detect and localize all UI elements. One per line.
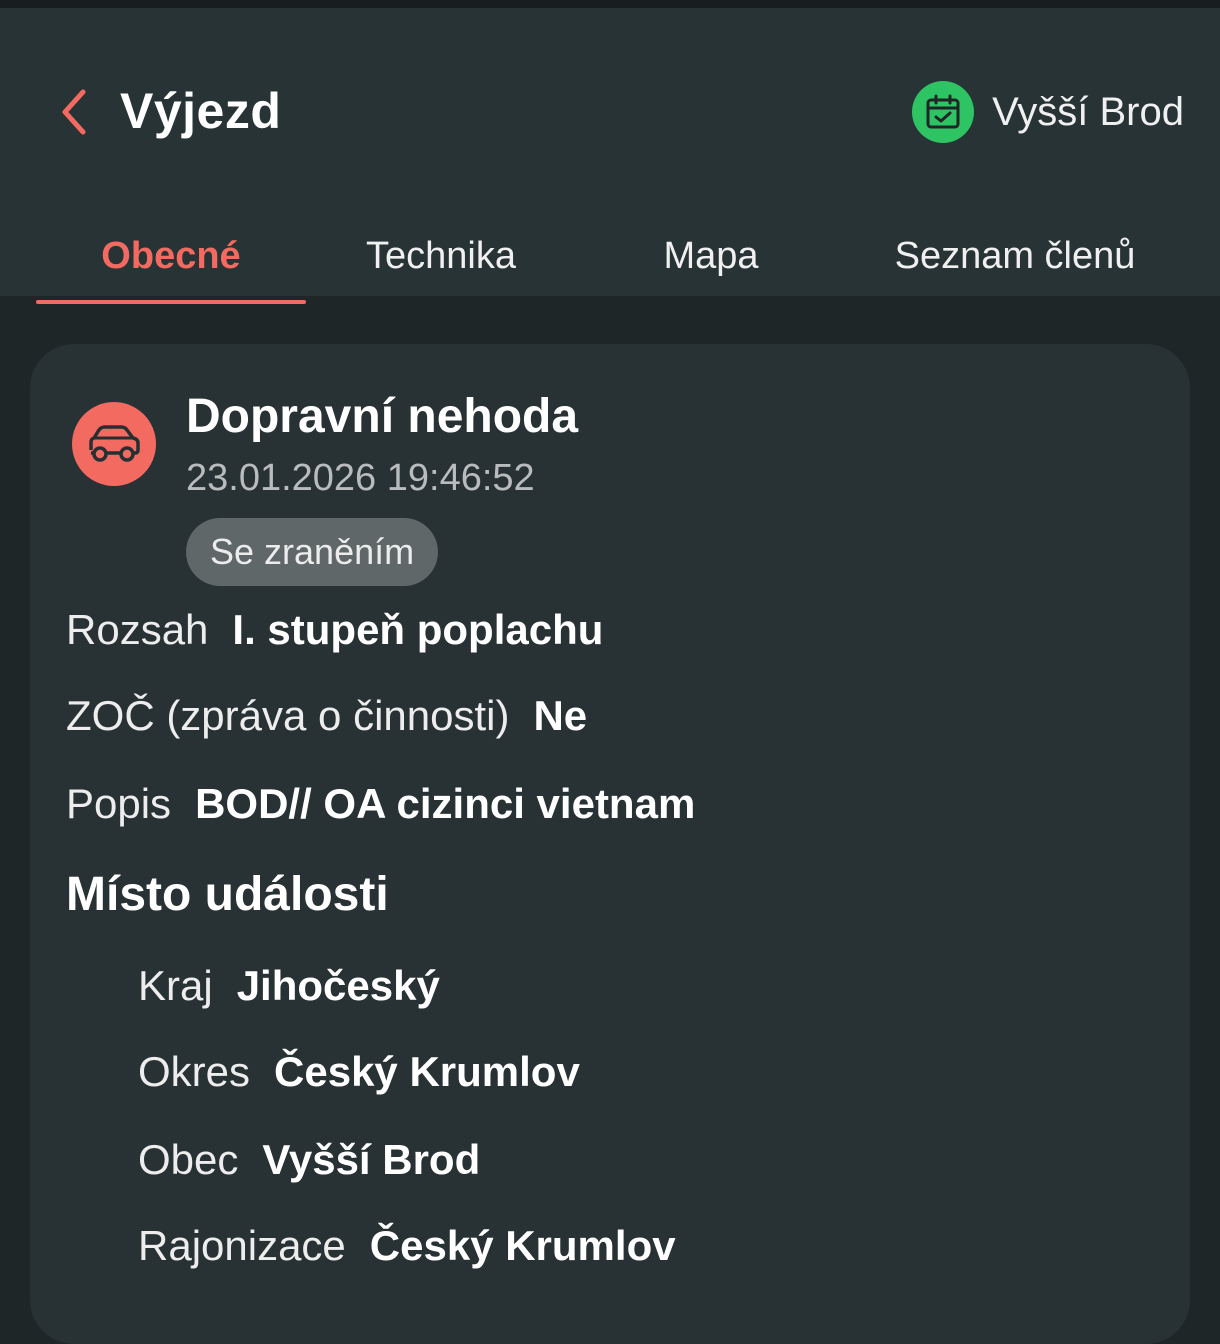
page-title: Výjezd [120, 83, 282, 139]
detail-value: I. stupeň poplachu [232, 606, 604, 653]
location-label: Obec [138, 1136, 239, 1183]
chevron-left-icon [62, 89, 86, 135]
location-label: Rajonizace [138, 1222, 346, 1269]
tab-mapa[interactable]: Mapa [576, 218, 846, 304]
location-value: Český Krumlov [369, 1222, 676, 1269]
station-selector[interactable]: Vyšší Brod [912, 80, 1184, 144]
severity-badge: Se zraněním [186, 518, 439, 586]
location-row-obec: Obec Vyšší Brod [138, 1132, 480, 1188]
location-row-kraj: Kraj Jihočeský [138, 958, 440, 1014]
detail-row-zoc: ZOČ (zpráva o činnosti) Ne [66, 688, 587, 744]
back-button[interactable] [50, 82, 98, 142]
tab-technika[interactable]: Technika [306, 218, 576, 304]
calendar-check-icon [912, 81, 975, 143]
detail-value: Ne [533, 692, 588, 739]
detail-value: BOD// OA cizinci vietnam [195, 780, 696, 827]
tab-obecne[interactable]: Obecné [36, 218, 306, 304]
location-value: Vyšší Brod [262, 1136, 481, 1183]
location-value: Jihočeský [236, 962, 440, 1009]
incident-datetime: 23.01.2026 19:46:52 [186, 457, 535, 499]
location-row-rajonizace: Rajonizace Český Krumlov [138, 1218, 676, 1274]
station-name: Vyšší Brod [992, 89, 1184, 134]
detail-label: Rozsah [66, 606, 209, 653]
detail-label: ZOČ (zpráva o činnosti) [66, 692, 510, 739]
location-heading: Místo události [66, 868, 389, 921]
incident-card: Dopravní nehoda 23.01.2026 19:46:52 Se z… [30, 344, 1190, 1344]
app-header: Výjezd Vyšší Brod Obecné Technika Mapa S… [0, 8, 1220, 304]
tab-seznam-clenu[interactable]: Seznam členů [846, 218, 1184, 304]
car-icon [72, 402, 156, 486]
location-label: Okres [138, 1048, 251, 1095]
location-row-okres: Okres Český Krumlov [138, 1044, 580, 1100]
detail-row-popis: Popis BOD// OA cizinci vietnam [66, 776, 695, 832]
location-value: Český Krumlov [274, 1048, 580, 1095]
tab-bar: Obecné Technika Mapa Seznam členů [36, 218, 1184, 304]
detail-row-rozsah: Rozsah I. stupeň poplachu [66, 602, 603, 658]
detail-label: Popis [66, 780, 172, 827]
incident-title: Dopravní nehoda [186, 390, 579, 443]
status-strip [0, 0, 1220, 8]
location-label: Kraj [138, 962, 213, 1009]
